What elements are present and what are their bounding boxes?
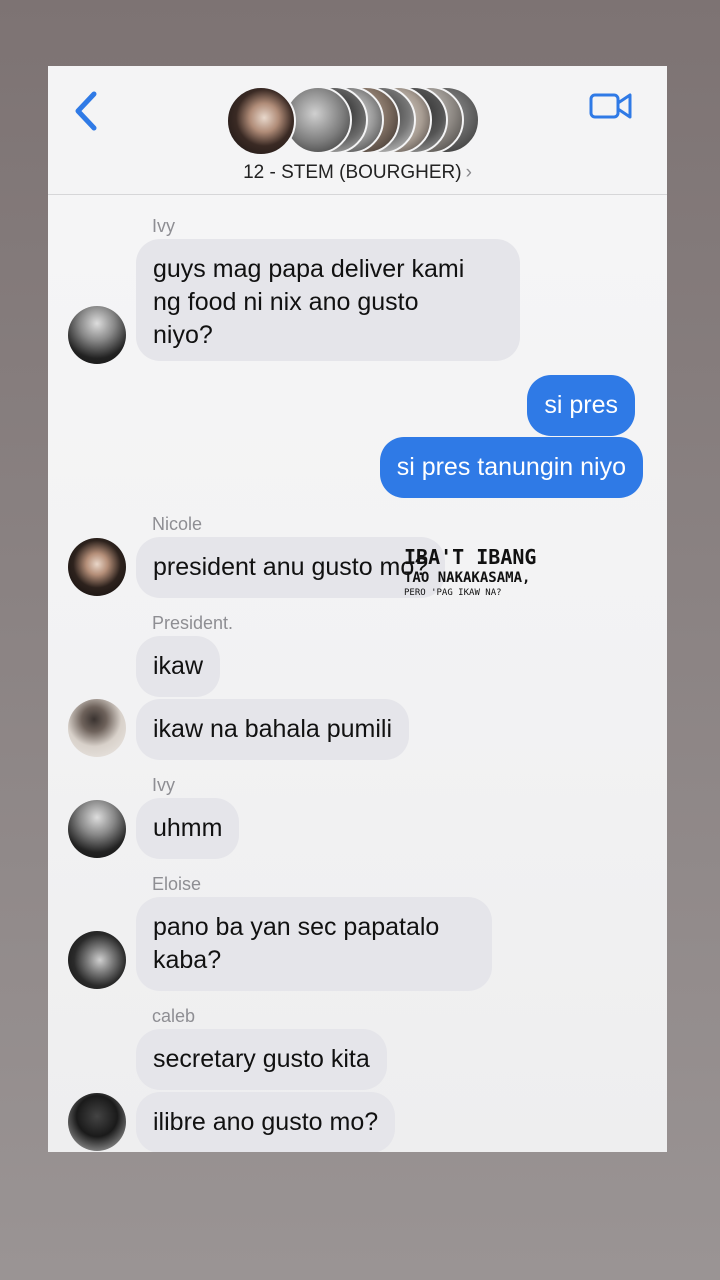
overlay-line-2: TAO NAKAKASAMA, — [404, 570, 531, 586]
overlay-line-1: IBA'T IBANG — [404, 545, 537, 569]
chevron-left-icon[interactable] — [70, 88, 106, 134]
avatar[interactable] — [68, 800, 126, 858]
message-bubble-incoming[interactable]: guys mag papa deliver kami ng food ni ni… — [136, 239, 520, 361]
message-bubble-outgoing[interactable]: si pres tanungin niyo — [379, 437, 643, 498]
group-title-text: 12 - STEM (BOURGHER) — [243, 162, 462, 183]
message-bubble-incoming[interactable]: ikaw — [136, 636, 221, 697]
sender-name: Nicole — [152, 514, 203, 534]
avatar[interactable] — [68, 931, 126, 989]
sender-name: Eloise — [152, 874, 202, 894]
message-bubble-incoming[interactable]: uhmm — [136, 798, 240, 859]
chevron-right-icon: › — [465, 162, 472, 183]
sender-name: caleb — [152, 1006, 196, 1026]
sender-name: Ivy — [152, 775, 176, 795]
story-text-overlay: IBA'T IBANG TAO NAKAKASAMA, PERO 'PAG IK… — [404, 545, 536, 598]
avatar[interactable] — [68, 699, 126, 757]
message-bubble-incoming[interactable]: ikaw na bahala pumili — [136, 699, 410, 760]
video-camera-icon[interactable] — [589, 90, 633, 122]
message-bubble-incoming[interactable]: pano ba yan sec papatalo kaba? — [136, 897, 492, 991]
sender-name: Ivy — [152, 216, 176, 236]
message-bubble-incoming[interactable]: president anu gusto mo? — [136, 537, 446, 598]
message-bubble-outgoing[interactable]: si pres — [527, 375, 635, 436]
chat-header: 12 - STEM (BOURGHER) › — [48, 66, 667, 195]
avatar[interactable] — [68, 538, 126, 596]
group-member-avatar — [226, 86, 296, 156]
chat-screen: 12 - STEM (BOURGHER) › Ivy guys mag papa … — [48, 66, 667, 1152]
avatar[interactable] — [68, 1093, 126, 1151]
sender-name: President. — [152, 613, 234, 633]
message-bubble-incoming[interactable]: ilibre ano gusto mo? — [136, 1092, 396, 1152]
group-avatars[interactable] — [226, 86, 486, 156]
message-bubble-incoming[interactable]: secretary gusto kita — [136, 1029, 387, 1090]
group-title[interactable]: 12 - STEM (BOURGHER) › — [48, 162, 667, 184]
avatar[interactable] — [68, 306, 126, 364]
overlay-line-3: PERO 'PAG IKAW NA? — [404, 588, 502, 598]
